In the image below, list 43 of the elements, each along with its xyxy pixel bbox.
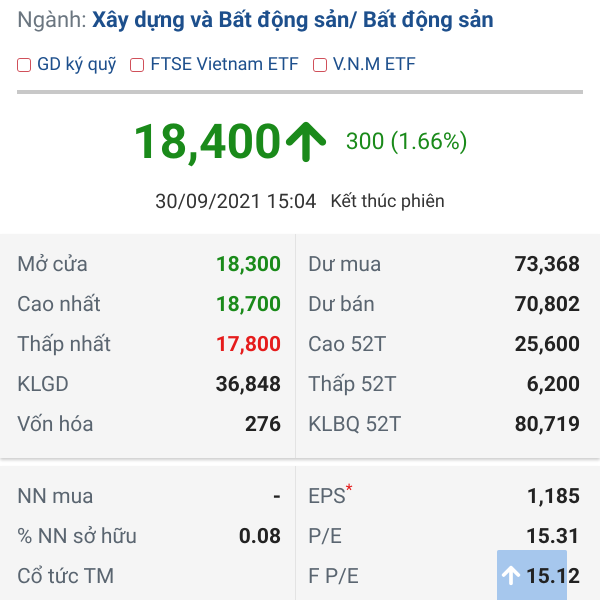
stat-value: 15.12: [526, 564, 580, 592]
stat-value: 80,719: [514, 412, 580, 440]
stat-label: Thấp nhất: [17, 332, 111, 360]
stat-value: 18,700: [216, 292, 281, 320]
industry-line: Ngành: Xây dựng và Bất động sản/ Bất động sản: [17, 7, 495, 35]
stat-value: -: [272, 484, 281, 512]
session-time: 30/09/2021 15:04: [155, 188, 316, 215]
stat-label: % NN sở hữu: [17, 524, 137, 552]
stat-label: Cao 52T: [308, 332, 386, 360]
stat-label: Thấp 52T: [308, 372, 397, 400]
tag-link[interactable]: V.N.M ETF: [332, 51, 416, 78]
price-value: 18,400: [132, 112, 282, 172]
stat-value: 70,802: [514, 292, 580, 320]
stat-label: Vốn hóa: [17, 412, 94, 440]
stat-label: Cao nhất: [17, 292, 101, 320]
up-arrow-icon: [500, 564, 522, 586]
stat-label: NN mua: [17, 484, 94, 512]
stat-value: 1,185: [526, 484, 580, 512]
stat-value: 276: [244, 412, 281, 440]
stat-label: Dư mua: [308, 252, 382, 280]
stat-label: Dư bán: [308, 292, 375, 320]
stat-value: 36,848: [216, 372, 281, 400]
stat-label: KLGD: [17, 372, 69, 400]
stat-label: Cổ tức TM: [17, 564, 114, 592]
tag-link[interactable]: FTSE Vietnam ETF: [150, 51, 299, 78]
checkbox[interactable]: [130, 58, 144, 72]
stat-label: KLBQ 52T: [308, 412, 402, 440]
checkbox[interactable]: [312, 58, 327, 72]
tag-link[interactable]: GD ký quỹ: [37, 51, 116, 78]
stat-value: 25,600: [514, 332, 580, 360]
price-change: 300 (1.66%): [346, 126, 468, 157]
stat-value: 17,800: [216, 332, 281, 360]
stat-value: 6,200: [526, 372, 580, 400]
stat-value: 73,368: [514, 252, 580, 280]
stat-label: P/E: [308, 524, 342, 552]
checkbox[interactable]: [17, 58, 31, 72]
session-status: Kết thúc phiên: [330, 190, 445, 214]
stat-value: 0.08: [238, 524, 281, 552]
stat-value: 18,300: [216, 252, 281, 280]
stat-value: 15.31: [526, 524, 580, 552]
stat-label: F P/E: [308, 564, 359, 592]
stat-label: EPS$^{*}$: [308, 482, 353, 512]
stat-label: Mở cửa: [17, 252, 88, 280]
